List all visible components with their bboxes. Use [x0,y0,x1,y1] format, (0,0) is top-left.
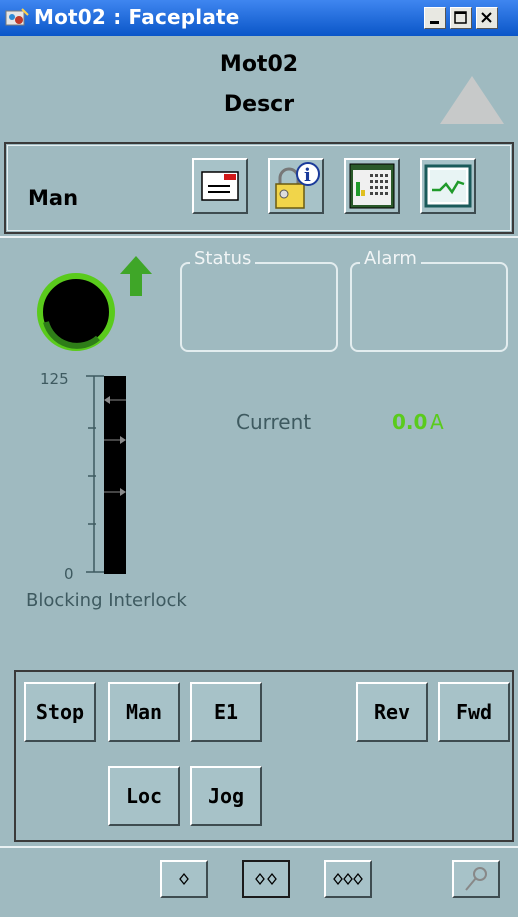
status-label: Status [190,248,256,269]
view-2-button[interactable] [242,860,290,898]
parameters-button[interactable] [344,158,400,214]
view-3-button[interactable] [324,860,372,898]
motor-state-icon [36,272,116,352]
message-icon [201,171,239,201]
alarm-label: Alarm [360,248,421,269]
rev-button[interactable]: Rev [356,682,428,742]
faceplate-window: Mot02 : Faceplate Mot02 Descr Man i Stat… [0,0,518,917]
pin-button[interactable] [452,860,500,898]
info-button[interactable]: i [268,158,324,214]
parameter-view-icon [349,163,395,209]
bar-graph [80,372,130,578]
window-title: Mot02 : Faceplate [34,5,240,29]
bar-max-label: 125 [40,370,69,388]
tag-name: Mot02 [219,52,299,77]
bar-min-label: 0 [64,565,74,583]
jog-button[interactable]: Jog [190,766,262,826]
view-2-icon [255,872,277,886]
e1-button[interactable]: E1 [190,682,262,742]
message-list-button[interactable] [192,158,248,214]
direction-arrow-icon [116,254,156,298]
title-bar: Mot02 : Faceplate [0,0,518,36]
view-3-icon [333,872,363,886]
pin-icon [465,867,487,891]
current-value: 0.0 [392,410,428,434]
current-label: Current [236,410,312,434]
man-button[interactable]: Man [108,682,180,742]
trend-button[interactable] [420,158,476,214]
status-group [180,262,338,352]
view-1-icon [179,872,189,886]
toolbar-divider [0,236,518,238]
close-icon[interactable] [476,7,498,29]
view-1-button[interactable] [160,860,208,898]
fwd-button[interactable]: Fwd [438,682,510,742]
mode-label: Man [28,186,79,210]
blocking-interlock-label: Blocking Interlock [26,590,187,611]
alarm-triangle-icon [440,76,504,124]
loc-button[interactable]: Loc [108,766,180,826]
svg-text:i: i [304,165,311,186]
lock-info-icon: i [275,162,320,209]
trend-icon [424,164,472,208]
stop-button[interactable]: Stop [24,682,96,742]
current-unit: A [430,410,444,434]
alarm-group [350,262,508,352]
minimize-icon[interactable] [424,7,446,29]
footer-divider [0,846,518,848]
app-icon[interactable] [4,5,30,31]
maximize-icon[interactable] [450,7,472,29]
